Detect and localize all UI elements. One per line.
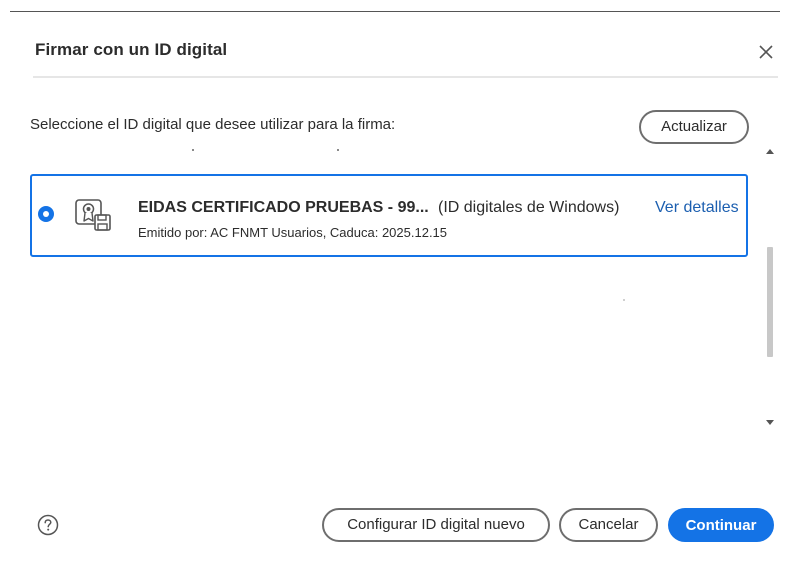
help-icon[interactable] <box>37 514 59 536</box>
digital-id-list: EIDAS CERTIFICADO PRUEBAS - 99... (ID di… <box>30 152 782 435</box>
digital-id-source: (ID digitales de Windows) <box>438 199 620 216</box>
configure-new-id-button[interactable]: Configurar ID digital nuevo <box>322 508 550 542</box>
instruction-text: Seleccione el ID digital que desee utili… <box>30 116 396 133</box>
artifact-dot <box>337 149 339 151</box>
digital-id-issuer: Emitido por: AC FNMT Usuarios, Caduca: 2… <box>138 225 448 240</box>
cancel-button[interactable]: Cancelar <box>559 508 658 542</box>
scroll-up-arrow-icon[interactable] <box>766 149 774 154</box>
view-details-link[interactable]: Ver detalles <box>655 199 739 217</box>
list-scrollbar[interactable] <box>764 147 776 435</box>
artifact-dot <box>623 299 625 301</box>
scroll-thumb[interactable] <box>767 247 773 357</box>
title-divider <box>33 76 778 78</box>
sign-with-digital-id-dialog: Firmar con un ID digital Seleccione el I… <box>0 0 789 574</box>
digital-id-item[interactable]: EIDAS CERTIFICADO PRUEBAS - 99... (ID di… <box>30 174 748 257</box>
digital-id-name: EIDAS CERTIFICADO PRUEBAS - 99... <box>138 199 429 216</box>
scroll-down-arrow-icon[interactable] <box>766 420 774 425</box>
refresh-button[interactable]: Actualizar <box>639 110 749 144</box>
close-icon[interactable] <box>755 41 777 63</box>
window-top-border <box>10 11 780 12</box>
certificate-icon <box>75 199 111 231</box>
dialog-title: Firmar con un ID digital <box>35 40 228 59</box>
continue-button[interactable]: Continuar <box>668 508 774 542</box>
selected-radio[interactable] <box>38 206 54 222</box>
artifact-dot <box>192 149 194 151</box>
